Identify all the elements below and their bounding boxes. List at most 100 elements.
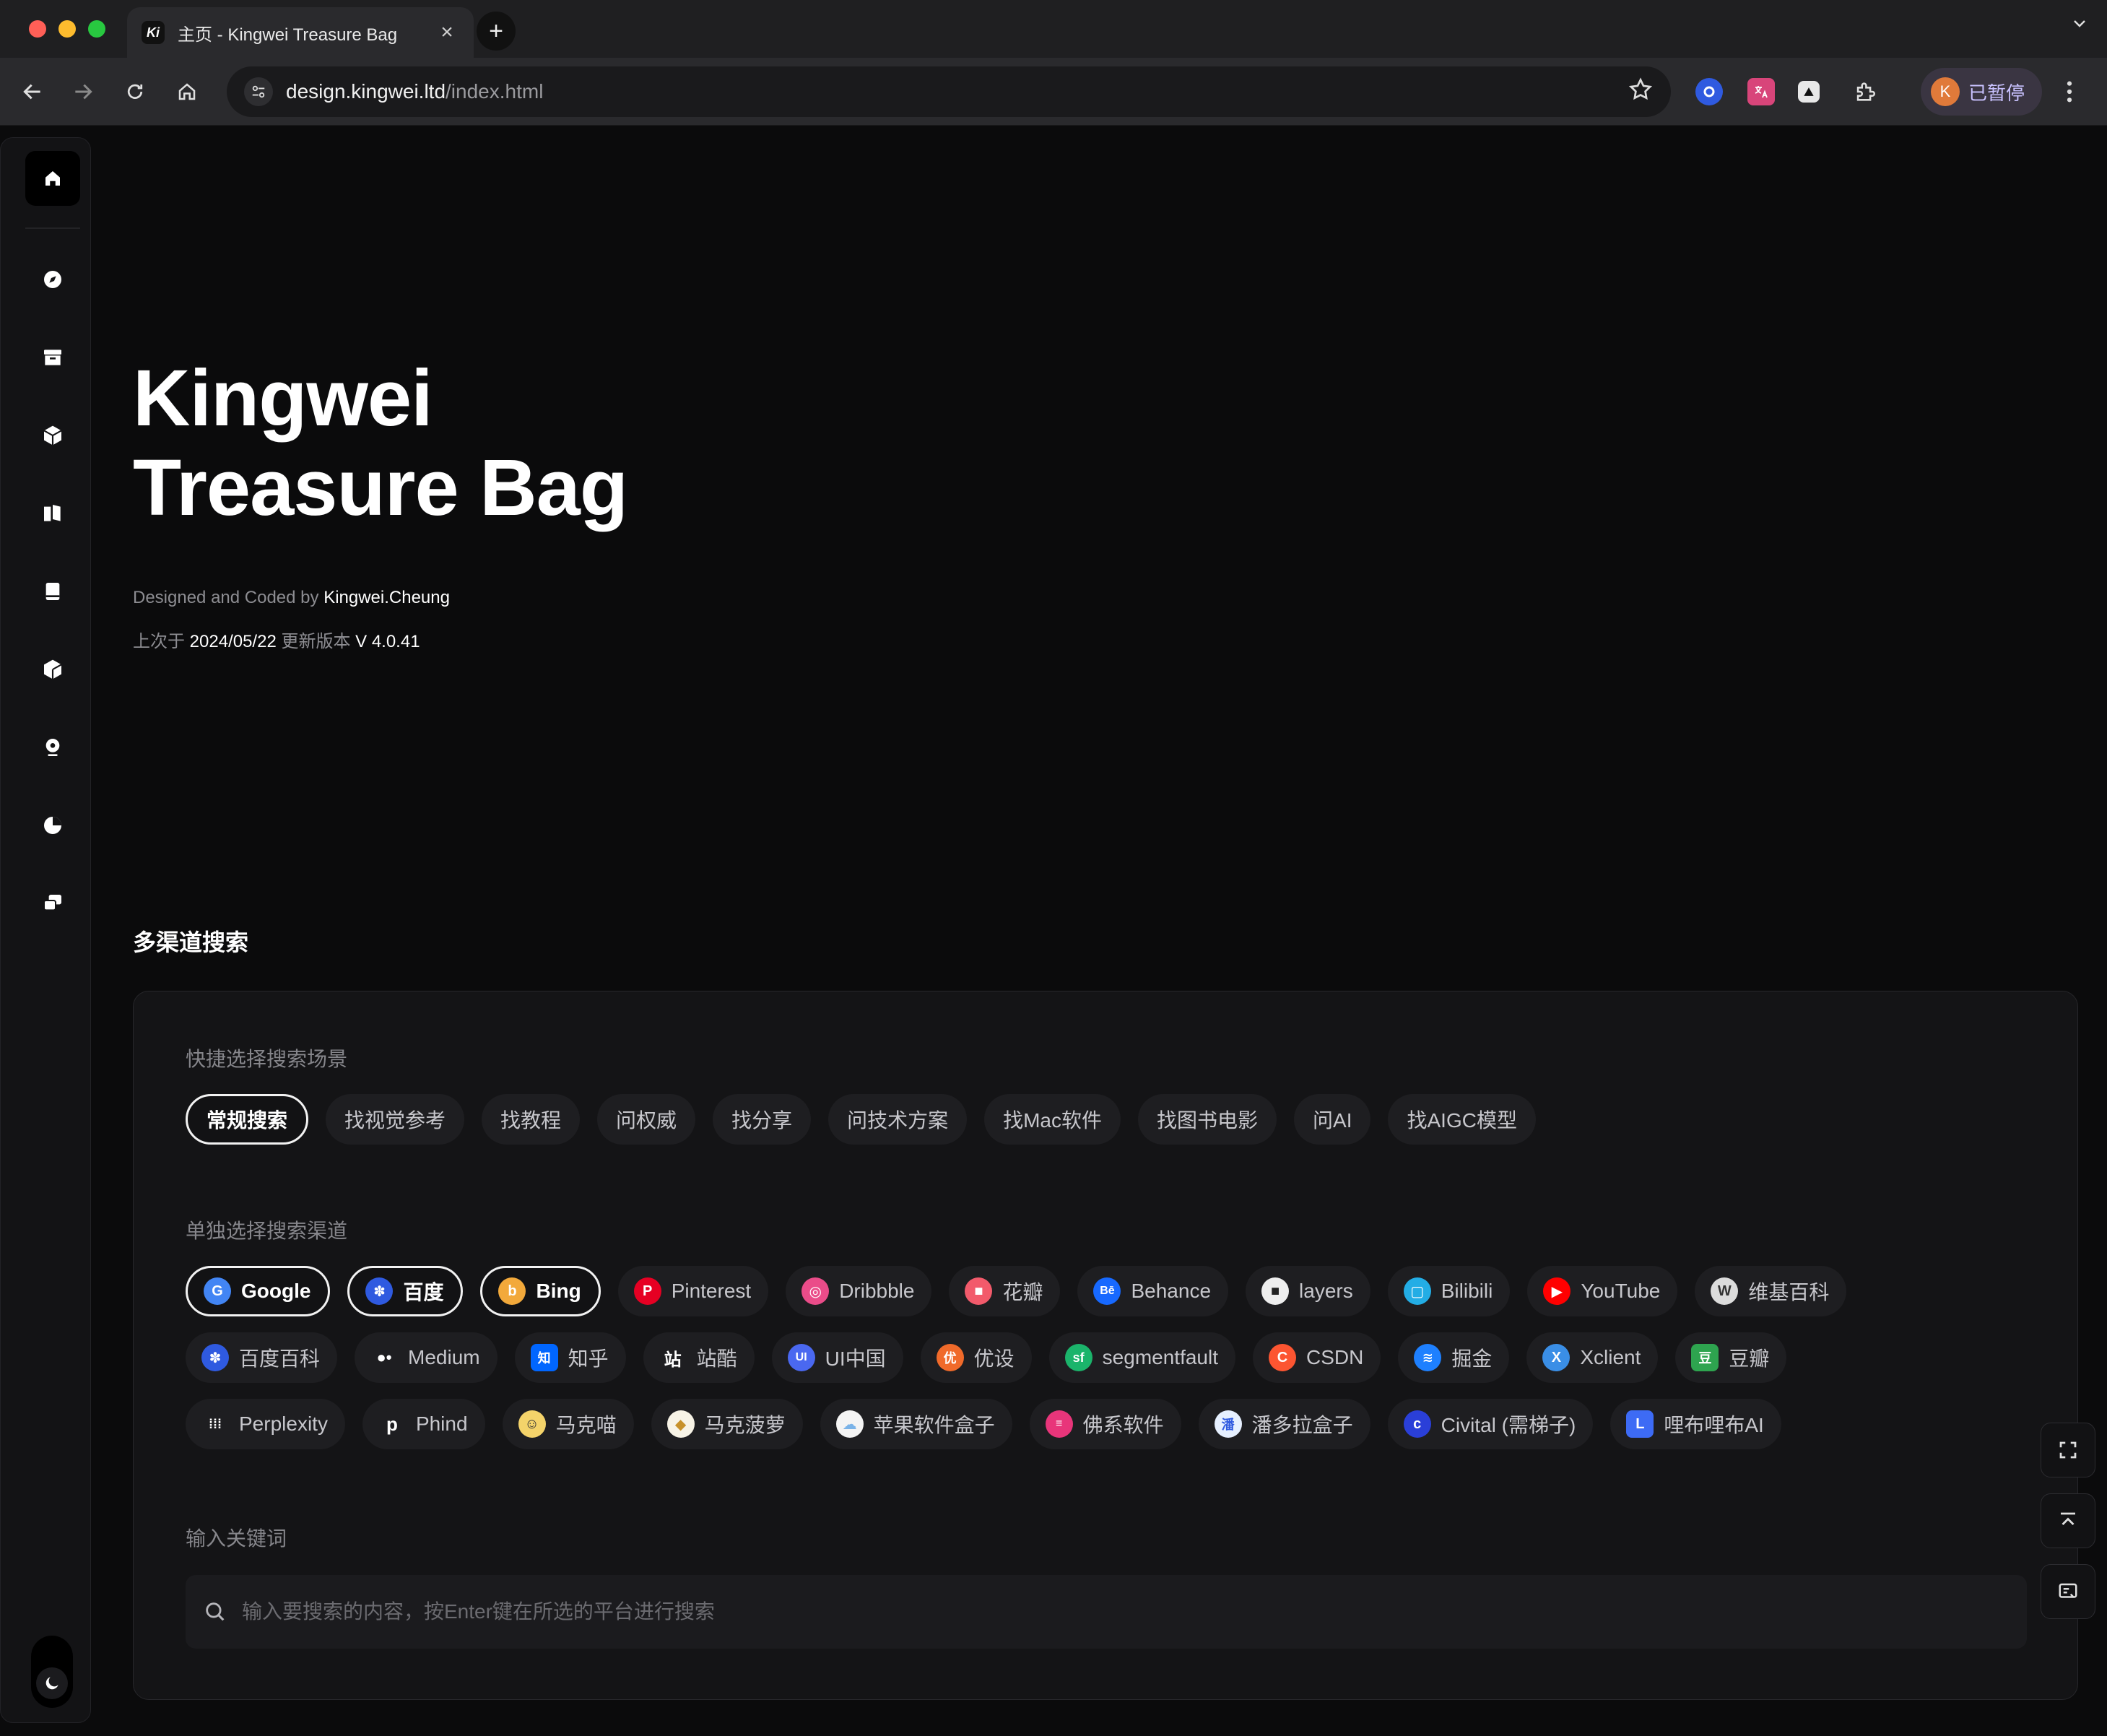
scene-pill-general[interactable]: 常规搜索 bbox=[186, 1094, 309, 1145]
channel-label-bilibili: Bilibili bbox=[1441, 1280, 1493, 1302]
channel-label-liblib: 哩布哩布AI bbox=[1664, 1414, 1764, 1436]
baidu-paw-icon: ✽ bbox=[365, 1277, 394, 1305]
dribbble-icon: ◎ bbox=[801, 1277, 830, 1305]
channel-label-baidu-baike: 百度百科 bbox=[239, 1347, 321, 1370]
forward-arrow-icon[interactable] bbox=[65, 74, 101, 110]
channel-label-uisdc: 优设 bbox=[973, 1347, 1015, 1370]
xclient-icon: X bbox=[1542, 1344, 1571, 1371]
channel-youtube[interactable]: ▶ YouTube bbox=[1527, 1266, 1678, 1316]
scene-pill-mac-software[interactable]: 找Mac软件 bbox=[984, 1094, 1121, 1145]
tab-close-icon[interactable]: × bbox=[435, 20, 459, 45]
address-bar[interactable]: design.kingwei.ltd/index.html bbox=[227, 66, 1671, 117]
channel-csdn[interactable]: C CSDN bbox=[1253, 1332, 1381, 1383]
channel-label-zhihu: 知乎 bbox=[568, 1347, 609, 1370]
reload-icon[interactable] bbox=[117, 74, 153, 110]
search-box[interactable] bbox=[186, 1575, 2027, 1649]
channel-label-zcool: 站酷 bbox=[696, 1347, 737, 1370]
feedback-button[interactable] bbox=[2041, 1564, 2095, 1619]
tab-search-chevron-icon[interactable] bbox=[2071, 14, 2088, 37]
scene-pill-aigc[interactable]: 找AIGC模型 bbox=[1388, 1094, 1536, 1145]
sidebar-item-stats[interactable] bbox=[31, 804, 74, 847]
channel-perplexity[interactable]: ⁞⁞⁞ Perplexity bbox=[186, 1399, 345, 1449]
fullscreen-button[interactable] bbox=[2041, 1423, 2095, 1477]
channel-apple-box[interactable]: ☁ 苹果软件盒子 bbox=[820, 1399, 1012, 1449]
scene-pill-authority[interactable]: 问权威 bbox=[597, 1094, 696, 1145]
channel-zcool[interactable]: 站站酷 bbox=[643, 1332, 755, 1383]
scene-pill-share[interactable]: 找分享 bbox=[713, 1094, 812, 1145]
channel-bing[interactable]: b Bing bbox=[480, 1266, 601, 1316]
channel-medium[interactable]: ●• Medium bbox=[355, 1332, 498, 1383]
back-to-top-button[interactable] bbox=[2041, 1493, 2095, 1548]
browser-tab-active[interactable]: Ki 主页 - Kingwei Treasure Bag × bbox=[127, 7, 474, 58]
channel-douban[interactable]: 豆豆瓣 bbox=[1675, 1332, 1787, 1383]
channel-phind[interactable]: p Phind bbox=[362, 1399, 485, 1449]
browser-menu-icon[interactable] bbox=[2065, 79, 2074, 108]
channel-xclient[interactable]: X Xclient bbox=[1526, 1332, 1659, 1383]
channel-label-ui-china: UI中国 bbox=[825, 1347, 886, 1370]
new-tab-button[interactable]: + bbox=[477, 12, 516, 51]
uisdc-icon: 优 bbox=[936, 1344, 964, 1371]
phind-icon: p bbox=[378, 1410, 406, 1438]
bookmark-star-icon[interactable] bbox=[1628, 77, 1654, 106]
sidebar-item-home[interactable] bbox=[25, 151, 80, 206]
sidebar-item-chat[interactable] bbox=[31, 882, 74, 925]
channel-wikipedia[interactable]: W 维基百科 bbox=[1695, 1266, 1847, 1316]
channel-foxirj[interactable]: ≡ 佛系软件 bbox=[1029, 1399, 1181, 1449]
sidebar-item-archive[interactable] bbox=[31, 336, 74, 379]
chat-bubbles-icon bbox=[43, 895, 61, 911]
translate-extension-icon[interactable] bbox=[1747, 78, 1775, 105]
sidebar-item-3d[interactable] bbox=[31, 648, 74, 691]
channel-pandora[interactable]: 潘潘多拉盒子 bbox=[1198, 1399, 1370, 1449]
juejin-icon: ≋ bbox=[1414, 1344, 1442, 1371]
channel-google[interactable]: G Google bbox=[186, 1266, 331, 1316]
extension-blue-icon[interactable] bbox=[1695, 78, 1723, 105]
sidebar-item-explore[interactable] bbox=[31, 258, 74, 301]
channel-segmentfault[interactable]: sf segmentfault bbox=[1048, 1332, 1235, 1383]
channel-uisdc[interactable]: 优优设 bbox=[920, 1332, 1032, 1383]
back-arrow-icon[interactable] bbox=[14, 74, 51, 110]
channel-baidu-baike[interactable]: ✽ 百度百科 bbox=[186, 1332, 338, 1383]
site-settings-icon[interactable] bbox=[244, 77, 273, 106]
scene-pill-tutorial[interactable]: 找教程 bbox=[482, 1094, 581, 1145]
sidebar-item-resources[interactable] bbox=[31, 414, 74, 457]
scene-pill-books-movies[interactable]: 找图书电影 bbox=[1138, 1094, 1277, 1145]
channel-liblib[interactable]: L 哩布哩布AI bbox=[1610, 1399, 1781, 1449]
theme-toggle[interactable] bbox=[31, 1636, 73, 1708]
map-pin-icon bbox=[45, 739, 60, 756]
channel-label-segmentfault: segmentfault bbox=[1102, 1346, 1218, 1368]
search-input[interactable] bbox=[242, 1600, 2027, 1623]
channel-juejin[interactable]: ≋ 掘金 bbox=[1398, 1332, 1510, 1383]
channel-civitai[interactable]: c Civital (需梯子) bbox=[1387, 1399, 1594, 1449]
channel-zhihu[interactable]: 知知乎 bbox=[514, 1332, 626, 1383]
channel-layers[interactable]: ■ layers bbox=[1246, 1266, 1370, 1316]
channel-pinterest[interactable]: P Pinterest bbox=[617, 1266, 769, 1316]
scene-pill-tech[interactable]: 问技术方案 bbox=[828, 1094, 968, 1145]
channel-macbl[interactable]: ◆ 马克菠萝 bbox=[651, 1399, 803, 1449]
home-icon[interactable] bbox=[169, 74, 205, 110]
minimize-window-button[interactable] bbox=[58, 20, 76, 38]
version-number: V 4.0.41 bbox=[355, 632, 420, 651]
bilibili-tv-icon: ▢ bbox=[1403, 1277, 1431, 1305]
author-name: Kingwei.Cheung bbox=[323, 588, 450, 607]
apple-box-icon: ☁ bbox=[835, 1410, 864, 1438]
close-window-button[interactable] bbox=[29, 20, 46, 38]
channel-huaban[interactable]: ■ 花瓣 bbox=[949, 1266, 1061, 1316]
channel-bilibili[interactable]: ▢ Bilibili bbox=[1387, 1266, 1511, 1316]
channel-behance[interactable]: Bē Behance bbox=[1077, 1266, 1229, 1316]
url-host: design.kingwei.ltd bbox=[286, 80, 446, 103]
scene-pill-ai[interactable]: 问AI bbox=[1294, 1094, 1371, 1145]
sidebar-item-books[interactable] bbox=[31, 492, 74, 535]
channel-dribbble[interactable]: ◎ Dribbble bbox=[786, 1266, 932, 1316]
channel-macmiao[interactable]: ☺ 马克喵 bbox=[502, 1399, 634, 1449]
channel-label-macmiao: 马克喵 bbox=[555, 1414, 617, 1436]
channel-label-civitai: Civital (需梯子) bbox=[1441, 1414, 1576, 1436]
channel-baidu[interactable]: ✽ 百度 bbox=[347, 1266, 464, 1316]
maximize-window-button[interactable] bbox=[88, 20, 105, 38]
scene-pill-visual[interactable]: 找视觉参考 bbox=[326, 1094, 465, 1145]
sidebar-item-location[interactable] bbox=[31, 726, 74, 769]
profile-button[interactable]: K 已暂停 bbox=[1921, 68, 2042, 116]
extensions-puzzle-icon[interactable] bbox=[1851, 78, 1879, 105]
sidebar-item-library[interactable] bbox=[31, 570, 74, 613]
extension-triangle-icon[interactable] bbox=[1798, 81, 1820, 103]
channel-ui-china[interactable]: UI UI中国 bbox=[771, 1332, 903, 1383]
